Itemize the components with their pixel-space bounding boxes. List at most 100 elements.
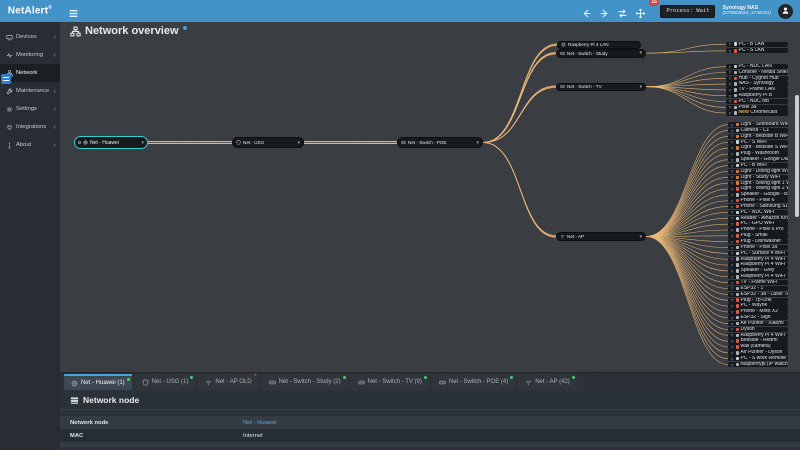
- tab-net-ap-42[interactable]: Net - AP (42): [518, 374, 577, 390]
- node-net-switch-tv[interactable]: Net - Switch - TV ▾: [556, 83, 646, 92]
- device-node-wall-camera[interactable]: wall (camera): [728, 344, 788, 349]
- device-node-raspberry-pi-4-wifi[interactable]: Raspberry Pi 4 WiFi: [728, 333, 788, 338]
- tab-net-usg-1[interactable]: Net - USG (1): [135, 374, 196, 390]
- device-node-pc-nuc-wifi[interactable]: PC - NUC WiFi: [728, 210, 788, 215]
- device-node-pc-surface-4-wifi[interactable]: PC - Surface 4 WiFi: [728, 251, 788, 256]
- device-node-camera-c1[interactable]: Camera - C1: [728, 128, 788, 133]
- avatar[interactable]: [778, 4, 793, 19]
- device-node-pc-s-wifi[interactable]: PC - S WiFi: [728, 140, 788, 145]
- sidebar-pin[interactable]: [1, 74, 11, 84]
- device-node-air-purifier-xiaomi[interactable]: Air Purifier - Xiaomi: [728, 321, 788, 326]
- device-node-light-ceiling-light-1-wifi[interactable]: Light - ceiling light 1 WiFi: [728, 181, 788, 186]
- device-node-tv-frame-wifi[interactable]: TV - Frame WiFi: [728, 280, 788, 285]
- caret-down-icon[interactable]: ▾: [476, 140, 479, 146]
- node-label: Net - Switch - TV: [567, 84, 602, 89]
- device-node-chromecast[interactable]: New Chromecast: [726, 110, 788, 115]
- caret-down-icon[interactable]: ▾: [297, 140, 300, 146]
- device-node-console-nvidia-shield-tv[interactable]: Console - Nvidia Shield TV: [726, 70, 788, 75]
- device-node-light-ceiling-light-2-wifi[interactable]: Light - ceiling light 2 WiFi: [728, 186, 788, 191]
- device-node-raspberry-pi-4-wifi[interactable]: Raspberry Pi 4 WiFi: [728, 274, 788, 279]
- device-node-dyson[interactable]: Dyson: [728, 327, 788, 332]
- sidebar-item-settings[interactable]: Settings ‹: [0, 100, 60, 118]
- panel-row-partial: [60, 442, 800, 447]
- caret-down-icon[interactable]: ▾: [639, 50, 642, 56]
- device-node-pc-s-work-remote-wap[interactable]: PC - S work Remote WAP: [728, 356, 788, 361]
- tab-net-huawei-1[interactable]: Net - Huawei (1): [64, 374, 132, 390]
- device-node-hub-cygnet-hub[interactable]: Hub - Cygnet Hub: [726, 76, 788, 81]
- device-node-light-sideboard-wifi[interactable]: Light - Sideboard WiFi: [728, 122, 788, 127]
- device-icon: [736, 269, 740, 273]
- sidebar-item-devices[interactable]: Devices ‹: [0, 28, 60, 46]
- device-node-speaker-grey[interactable]: Speaker - Grey: [728, 268, 788, 273]
- device-label: Plug - Small: [741, 233, 768, 238]
- device-node-raspberry-pi-b[interactable]: Raspberry Pi B: [726, 93, 788, 98]
- forward-button[interactable]: [599, 6, 610, 17]
- menu-icon[interactable]: [68, 6, 79, 17]
- device-node-light-dining-light-wifi[interactable]: Light - Dining light WiFi: [728, 169, 788, 174]
- device-node-nas-synology[interactable]: NAS - Synology: [726, 81, 788, 86]
- node-raspberry-pi-4-lan[interactable]: Raspberry Pi 4 LAN: [557, 41, 641, 50]
- caret-down-icon[interactable]: ▾: [639, 234, 642, 240]
- device-node-pc-nuc-old[interactable]: PC - NUC old: [726, 99, 788, 104]
- device-node-pc-b-lan[interactable]: PC - B LAN: [726, 42, 788, 47]
- device-node-plug-tp-link[interactable]: Plug - Tp-Link: [728, 298, 788, 303]
- device-node-speaker-google-black[interactable]: Speaker - Google - Black: [728, 192, 788, 197]
- device-node-plug-dishwasher[interactable]: Plug - Dishwasher: [728, 239, 788, 244]
- node-net-ap[interactable]: Net - AP ▾: [556, 232, 646, 241]
- device-node-reader-amazon-kindle[interactable]: Reader - Amazon Kindle: [728, 216, 788, 221]
- device-node-raspberry-pi-4-wifi[interactable]: Raspberry Pi 4 WiFi: [728, 257, 788, 262]
- tab-net-switch-tv-9[interactable]: Net - Switch - TV (9): [351, 374, 429, 390]
- device-label: Raspberry Pi 4 WiFi: [741, 257, 785, 262]
- node-net-huawei[interactable]: Net - Huawei ▾: [74, 136, 148, 149]
- device-node-air-purifier-dyson[interactable]: Air Purifier - Dyson: [728, 350, 788, 355]
- device-node-esp32-3a-laser-toy[interactable]: ESP32 - 3a - Laser Toy: [728, 292, 788, 297]
- device-node-plug-small[interactable]: Plug - Small: [728, 233, 788, 238]
- device-node-pc-gpu-wifi[interactable]: PC - GPU WiFi: [728, 221, 788, 226]
- device-node-pc-b-wifi[interactable]: PC - B WiFi: [728, 163, 788, 168]
- device-node-phone-pixel-6-pro[interactable]: Phone - Pixel 6 Pro: [728, 227, 788, 232]
- node-net-switch-poe[interactable]: Net - Switch - POE ▾: [397, 137, 483, 148]
- caret-down-icon[interactable]: ▾: [639, 84, 642, 90]
- signal-icon: [728, 111, 732, 115]
- device-node-raspberrypi-ip-watch[interactable]: raspberrypi (IP watch): [728, 362, 788, 367]
- tab-net-switch-poe-4[interactable]: Net - Switch - POE (4): [432, 374, 515, 390]
- device-node-phone-pixel-3a[interactable]: Phone - Pixel 3a: [728, 245, 788, 250]
- device-node-pc-s-lan[interactable]: PC - S LAN: [726, 48, 788, 53]
- device-node-esp32-sign[interactable]: ESP32 - Sign: [728, 315, 788, 320]
- sidebar-item-about[interactable]: About ‹: [0, 136, 60, 154]
- status-dot-green: [190, 376, 193, 379]
- refresh-button[interactable]: [617, 6, 628, 17]
- vertical-scrollbar[interactable]: [795, 95, 799, 217]
- tab-net-switch-study-2[interactable]: Net - Switch - Study (2): [262, 374, 348, 390]
- device-node-esp32-1[interactable]: ESP32 - 1: [728, 286, 788, 291]
- device-node-speaker-google-display[interactable]: Speaker - Google Display: [728, 157, 788, 162]
- sidebar-item-integrations[interactable]: Integrations ‹: [0, 118, 60, 136]
- panel-row-value[interactable]: Net - Huawei: [243, 420, 277, 426]
- sidebar-item-maintenance[interactable]: Maintenance ‹: [0, 82, 60, 100]
- device-node-bedside-redmi[interactable]: Bedside - Redmi: [728, 338, 788, 343]
- device-icon: [736, 187, 740, 191]
- device-node-light-study-wifi[interactable]: Light - Study WiFi: [728, 175, 788, 180]
- device-node-phone-moto-x2[interactable]: Phone - Moto X2: [728, 309, 788, 314]
- device-node-raspberry-pi-4-wifi[interactable]: Raspberry Pi 4 WiFi: [728, 262, 788, 267]
- device-node-plug-washroom[interactable]: Plug - Washroom: [728, 151, 788, 156]
- device-node-pixel-3a[interactable]: Pixel 3a: [726, 105, 788, 110]
- caret-down-icon[interactable]: ▾: [141, 140, 144, 146]
- back-button[interactable]: [581, 6, 592, 17]
- device-node-light-bedside-s-wifi[interactable]: Light - bedside S WiFi: [728, 145, 788, 150]
- device-node-light-bedside-b-wifi[interactable]: Light - bedside B WiFi: [728, 134, 788, 139]
- device-node-phone-samsung-s10[interactable]: Phone - Samsung S10: [728, 204, 788, 209]
- chevron-left-icon: ‹: [54, 52, 56, 59]
- topbar: NetAlert® 15 Process: Wait Synology NAS …: [0, 0, 800, 22]
- tab-net-ap-old[interactable]: Net - AP OLD *: [198, 374, 258, 390]
- info-badge[interactable]: [183, 26, 187, 30]
- signal-icon: [730, 193, 734, 197]
- sidebar-item-monitoring[interactable]: Monitoring ‹: [0, 46, 60, 64]
- node-net-switch-study[interactable]: Net - Switch - Study ▾: [556, 49, 646, 58]
- device-node-pc-nuc-lan[interactable]: PC - NUC LAN: [726, 64, 788, 69]
- device-node-phone-pixel-6[interactable]: Phone - Pixel 6: [728, 198, 788, 203]
- node-net-usg[interactable]: Net - USG ▾: [232, 137, 304, 148]
- device-node-pc-wayne[interactable]: PC - Wayne: [728, 303, 788, 308]
- device-node-tv-frame-lan[interactable]: TV - Frame LAN: [726, 87, 788, 92]
- move-button[interactable]: [635, 6, 646, 17]
